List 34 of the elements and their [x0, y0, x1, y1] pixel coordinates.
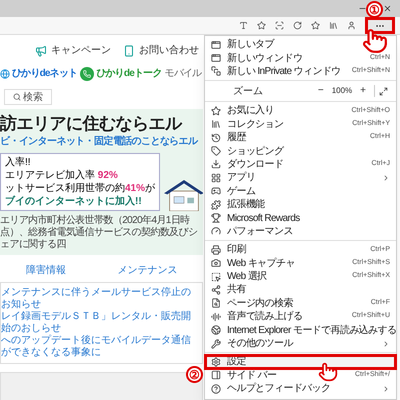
menu-item[interactable]: 共有	[205, 283, 396, 297]
menu-item[interactable]: ヘルプとフィードバック	[205, 382, 396, 396]
service-link[interactable]: モバイル	[164, 66, 202, 81]
stat-text: ットサービス利用世帯の約41%が	[5, 182, 156, 196]
stat-text: ブイのインターネットに加入!!	[5, 195, 142, 208]
news-link[interactable]: メンテナンスに伴うメールサービス停止のお知らせ	[1, 287, 198, 312]
footnote: エリア内市町村公表世帯数（2020年4月1日時点）、総務省電気通信サービスの契約数及びシェアに関する四	[0, 215, 198, 252]
tab[interactable]: 障害情報	[26, 263, 66, 278]
header-link[interactable]: お問い合わせ	[139, 43, 199, 58]
menu-item[interactable]: Microsoft Rewards	[205, 211, 396, 225]
stat-text: エリアテレビ加入率 92%	[5, 169, 118, 182]
news-link[interactable]: レイ録画モデルＳＴＢ」レンタル・販売開始のおしらせ	[1, 311, 198, 336]
header-link[interactable]: キャンペーン	[51, 43, 111, 58]
zoom-out-button[interactable]: −	[314, 86, 328, 96]
menu-item[interactable]: その他のツール	[205, 336, 396, 350]
banner-headline: 訪エリアに住むならエル	[0, 113, 183, 134]
zoom-value: 100%	[330, 85, 354, 98]
news-link[interactable]: へのアップデート後にモバイルデータ通信ができなくなる事象に	[1, 335, 198, 360]
search-button[interactable]: 検索	[4, 89, 52, 105]
zoom-in-button[interactable]: +	[356, 86, 370, 96]
zoom-label: ズーム	[233, 84, 264, 99]
menu-item[interactable]: アプリ	[205, 171, 396, 185]
menu-item[interactable]: Internet Explorer モードで再読み込みする	[205, 323, 396, 337]
banner-subline: ビ・インターネット・固定電話のことならエル	[0, 134, 199, 150]
stat-text: 入率!!	[5, 156, 31, 170]
service-link[interactable]: ひかりdeトーク	[96, 66, 162, 81]
service-link[interactable]: ひかりdeネット	[12, 66, 78, 81]
tab[interactable]: メンテナンス	[117, 263, 178, 278]
menu-item[interactable]: ショッピング	[205, 144, 396, 158]
step-marker: ②	[186, 366, 203, 383]
menu-item[interactable]: 拡張機能	[205, 198, 396, 212]
menu-item[interactable]: パフォーマンス	[205, 224, 396, 238]
menu-item[interactable]: 新しいタブ	[205, 38, 396, 52]
menu-item[interactable]: ゲーム	[205, 184, 396, 198]
